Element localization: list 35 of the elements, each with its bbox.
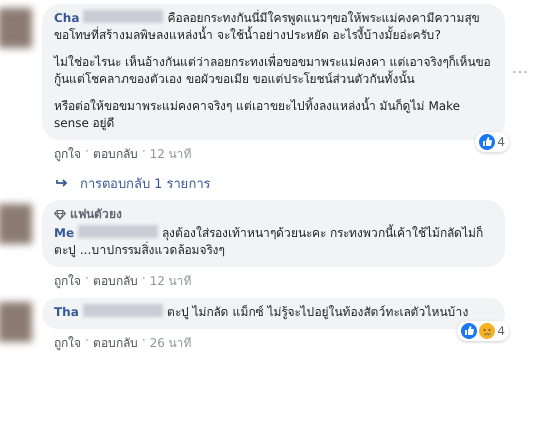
action-link[interactable]: ตอบกลับ <box>92 271 138 290</box>
separator-dot: · <box>142 271 146 287</box>
action-link[interactable]: ตอบกลับ <box>92 333 138 352</box>
action-link[interactable]: ตอบกลับ <box>92 144 138 163</box>
avatar[interactable] <box>0 302 32 342</box>
separator-dot: · <box>85 271 89 287</box>
comment-text: หรือต่อให้ขอขมาพระแม่คงคาจริงๆ แต่เอาขยะไปทิ้งลงแหล่งน้ำ มันก็ดูไม่ Make sense อยู่ดี <box>54 98 462 132</box>
like-icon <box>479 134 496 150</box>
comment-text: ไม่ใช่อะไรนะ เห็นอ้างกันแต่ว่าลอยกระทงเพื่อขอขมาพระแม่คงคา แต่เอาจริงๆก็เห็นขอกู้นแต่โชคลาภของตัวเอง ขอผัวขอเมีย ขอแต่ประโยชน์ส่วนตัวกันทั้งนั้น <box>54 54 492 88</box>
separator-dot: · <box>85 144 89 160</box>
replies-link[interactable]: การตอบกลับ 1 รายการ <box>80 173 211 194</box>
comment-text: Tha ตะปู ไม่กลัด แม็กซ์ ไม่รู้จะไปอยู่ในท้องสัตว์ทะเลตัวไหนบ้าง <box>54 304 470 321</box>
author-name[interactable]: Tha <box>54 305 79 319</box>
sad-face-icon <box>479 323 496 339</box>
diamond-icon <box>54 210 66 220</box>
reply-arrow-icon <box>56 178 68 188</box>
reaction-count[interactable]: 4 <box>475 132 509 152</box>
reaction-count[interactable]: 4 <box>457 321 509 341</box>
badge-label: แฟนตัวยง <box>54 206 493 223</box>
like-icon <box>461 323 478 339</box>
separator-dot: · <box>142 144 146 160</box>
timestamp: 26 นาที <box>150 335 192 352</box>
action-link[interactable]: ถูกใจ <box>54 144 81 163</box>
timestamp: 12 นาที <box>150 273 192 290</box>
comment-text: Cha คือลอยกระทงกันนี่มีใครพูดแนวๆขอให้พระแม่คงคามีความสุข ขอโทษที่สร้างมลพิษลงแหล่งน้ำ จะใช้น้ำอย่างประหยัด อะไรงี้บ้างมั้ยอ่ะครับ? <box>54 10 480 44</box>
comment-text: Me ลุงต้องใส่รองเท้าหนาๆด้วยนะคะ กระทงพวกนี้เค้าใช้ไม้กลัดไม่ก็ตะปู ...บาปกรรมสิ่งแวดล้อมจริงๆ <box>54 225 484 259</box>
author-name[interactable]: Me <box>54 226 74 240</box>
avatar[interactable] <box>0 204 32 244</box>
timestamp: 12 นาที <box>150 146 192 163</box>
separator-dot: · <box>142 333 146 349</box>
separator-dot: · <box>85 333 89 349</box>
action-link[interactable]: ถูกใจ <box>54 333 81 352</box>
action-link[interactable]: ถูกใจ <box>54 271 81 290</box>
author-name[interactable]: Cha <box>54 11 80 25</box>
avatar[interactable] <box>0 8 32 48</box>
